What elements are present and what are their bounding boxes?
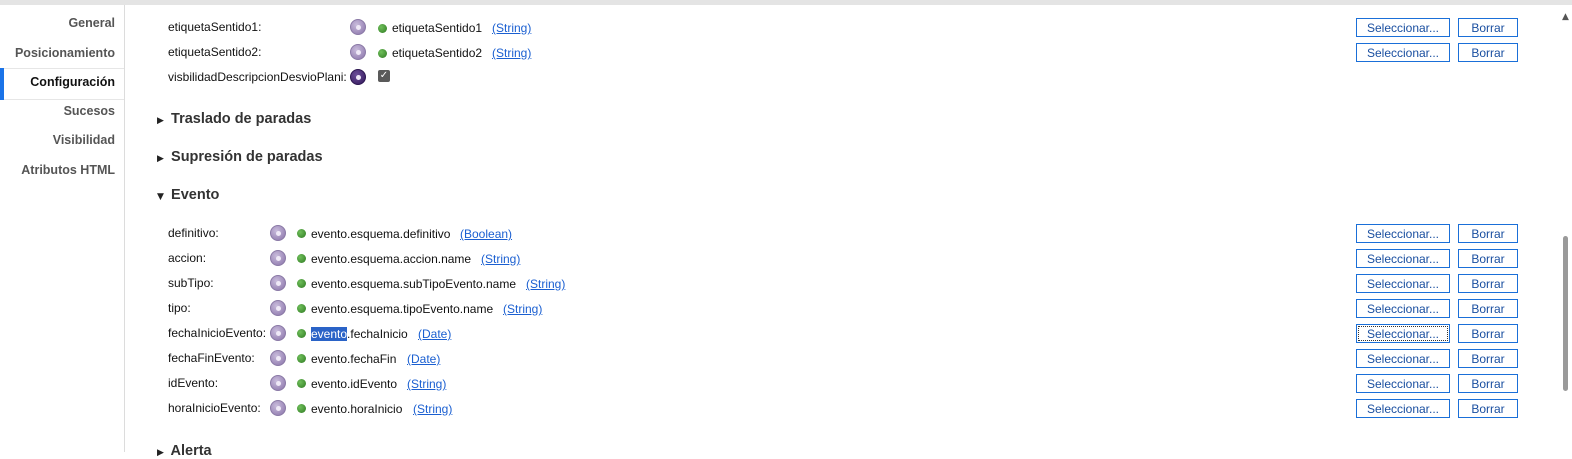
binding-value: evento.esquema.accion.name [311,252,472,266]
status-dot-icon [297,304,306,313]
status-dot-icon [297,279,306,288]
clear-button[interactable]: Borrar [1458,299,1518,318]
select-button[interactable]: Seleccionar... [1356,224,1450,243]
section-supresion-de-paradas[interactable]: ▶ Supresión de paradas [157,149,323,165]
binding-value: evento.esquema.definitivo [311,227,451,241]
binding-gear-icon[interactable] [270,250,286,266]
clear-button[interactable]: Borrar [1458,224,1518,243]
clear-button[interactable]: Borrar [1458,18,1518,37]
select-button[interactable]: Seleccionar... [1356,43,1450,62]
clear-button[interactable]: Borrar [1458,349,1518,368]
property-label: fechaInicioEvento: [168,326,267,340]
binding-gear-icon[interactable] [350,44,366,60]
binding-value: evento.horaInicio [311,402,403,416]
binding-gear-icon[interactable] [350,19,366,35]
binding-gear-icon[interactable] [350,69,366,85]
clear-button[interactable]: Borrar [1458,374,1518,393]
binding-value: etiquetaSentido2 [392,46,483,60]
binding-value: evento.fechaInicio [311,327,408,341]
type-link[interactable]: (String) [503,302,542,316]
property-label: subTipo: [168,276,214,290]
status-dot-icon [297,229,306,238]
expand-arrow-icon: ▶ [157,154,164,164]
clear-button[interactable]: Borrar [1458,399,1518,418]
type-link[interactable]: (String) [492,46,531,60]
binding-value: evento.fechaFin [311,352,397,366]
binding-value: evento.esquema.tipoEvento.name [311,302,494,316]
property-label: etiquetaSentido1: [168,20,262,34]
binding-gear-icon[interactable] [270,375,286,391]
binding-value: evento.esquema.subTipoEvento.name [311,277,517,291]
type-link[interactable]: (Date) [418,327,451,341]
sidebar-item-visibilidad[interactable]: Visibilidad [53,133,115,147]
select-button[interactable]: Seleccionar... [1356,374,1450,393]
sidebar-item-atributos-html[interactable]: Atributos HTML [21,163,115,177]
scrollbar-thumb[interactable] [1563,236,1568,391]
section-title: Supresión de paradas [171,149,323,165]
binding-gear-icon[interactable] [270,300,286,316]
property-label: tipo: [168,301,191,315]
select-button[interactable]: Seleccionar... [1356,324,1450,343]
property-label: horaInicioEvento: [168,401,261,415]
type-link[interactable]: (String) [492,21,531,35]
select-button[interactable]: Seleccionar... [1356,249,1450,268]
expand-arrow-icon: ▶ [157,448,164,458]
property-label: definitivo: [168,226,219,240]
section-traslado-de-paradas[interactable]: ▶ Traslado de paradas [157,111,311,127]
select-button[interactable]: Seleccionar... [1356,18,1450,37]
select-button[interactable]: Seleccionar... [1356,299,1450,318]
sidebar-item-posicionamiento[interactable]: Posicionamiento [15,46,115,60]
type-link[interactable]: (String) [526,277,565,291]
section-title: Alerta [170,443,212,459]
sidebar-item-general[interactable]: General [68,16,115,30]
type-link[interactable]: (Boolean) [460,227,512,241]
property-label: etiquetaSentido2: [168,45,262,59]
binding-gear-icon[interactable] [270,400,286,416]
sidebar-item-sucesos[interactable]: Sucesos [64,104,115,118]
select-button[interactable]: Seleccionar... [1356,349,1450,368]
type-link[interactable]: (String) [407,377,446,391]
select-button[interactable]: Seleccionar... [1356,399,1450,418]
clear-button[interactable]: Borrar [1458,43,1518,62]
property-label: idEvento: [168,376,219,390]
sidebar-active-indicator [0,68,4,100]
status-dot-icon [297,379,306,388]
sidebar: General Posicionamiento Configuración Su… [0,5,125,452]
status-dot-icon [378,24,387,33]
clear-button[interactable]: Borrar [1458,249,1518,268]
binding-value: evento.idEvento [311,377,398,391]
section-alerta[interactable]: ▶ Alerta [157,443,212,459]
binding-value-rest: .fechaInicio [347,327,408,341]
binding-gear-icon[interactable] [270,325,286,341]
select-button[interactable]: Seleccionar... [1356,274,1450,293]
binding-gear-icon[interactable] [270,350,286,366]
property-label: accion: [168,251,207,265]
section-title: Evento [171,187,220,203]
property-label: visbilidadDescripcionDesvioPlani: [168,70,347,84]
visibility-checkbox[interactable]: ✓ [378,70,390,82]
type-link[interactable]: (String) [481,252,520,266]
collapse-arrow-icon: ▼ [157,192,164,202]
section-title: Traslado de paradas [171,111,312,127]
expand-arrow-icon: ▶ [157,116,164,126]
status-dot-icon [378,49,387,58]
type-link[interactable]: (Date) [407,352,440,366]
binding-gear-icon[interactable] [270,275,286,291]
type-link[interactable]: (String) [413,402,452,416]
clear-button[interactable]: Borrar [1458,274,1518,293]
top-border [0,0,1572,5]
section-evento[interactable]: ▼ Evento [157,187,219,203]
binding-value: etiquetaSentido1 [392,21,483,35]
status-dot-icon [297,329,306,338]
binding-gear-icon[interactable] [270,225,286,241]
property-label: fechaFinEvento: [168,351,255,365]
status-dot-icon [297,404,306,413]
sidebar-item-configuracion[interactable]: Configuración [30,75,115,89]
selected-text: evento [311,327,348,341]
status-dot-icon [297,354,306,363]
scroll-up-icon[interactable]: ▲ [1562,12,1569,22]
status-dot-icon [297,254,306,263]
clear-button[interactable]: Borrar [1458,324,1518,343]
